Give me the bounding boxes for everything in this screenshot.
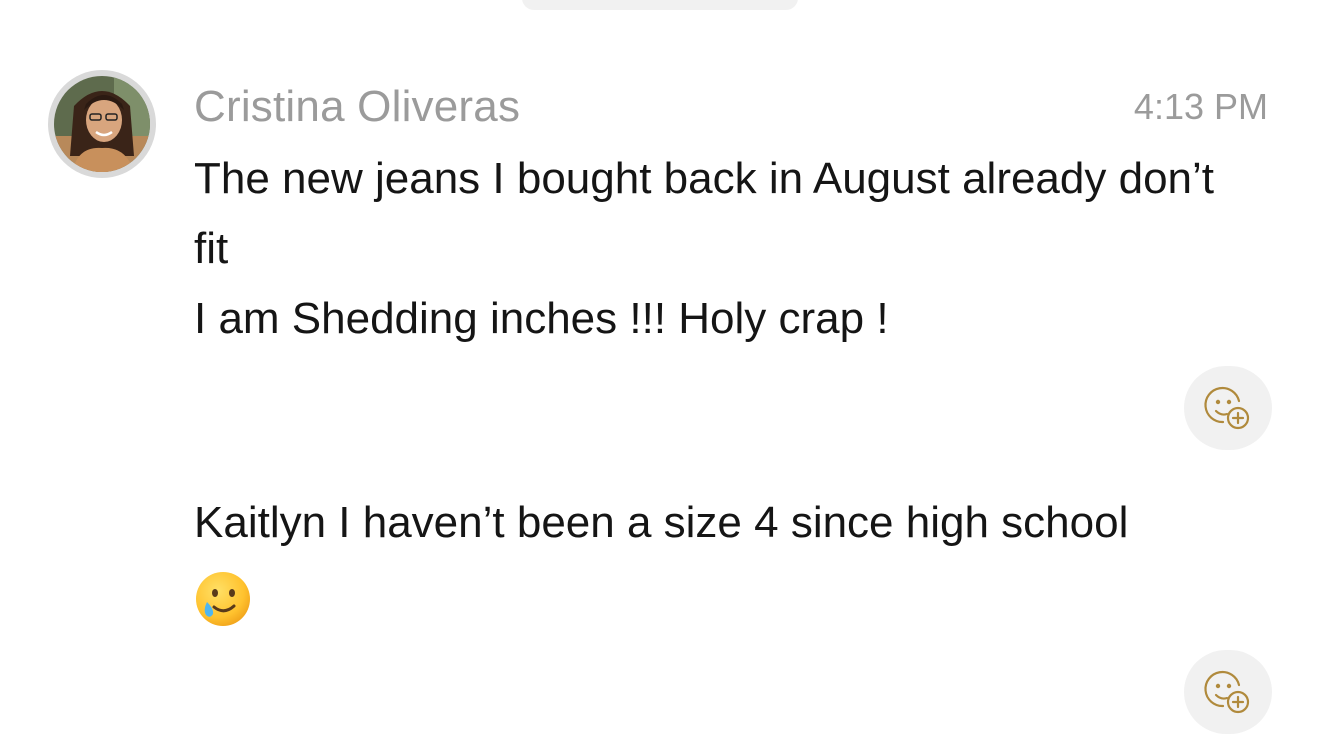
avatar-photo: [54, 76, 150, 172]
sender-name[interactable]: Cristina Oliveras: [194, 82, 520, 132]
smiling-face-with-tear-emoji: [196, 572, 250, 626]
add-reaction-icon: [1204, 670, 1250, 714]
chat-view: Cristina Oliveras 4:13 PM The new jeans …: [0, 0, 1320, 748]
add-reaction-button[interactable]: [1184, 366, 1272, 450]
add-reaction-button[interactable]: [1184, 650, 1272, 734]
message-timestamp: 4:13 PM: [1133, 86, 1268, 127]
message-line: Kaitlyn I haven’t been a size 4 since hi…: [194, 498, 1129, 547]
top-pill: [522, 0, 798, 10]
add-reaction-icon: [1204, 386, 1250, 430]
message-text: The new jeans I bought back in August al…: [194, 144, 1254, 354]
message-text: Kaitlyn I haven’t been a size 4 since hi…: [194, 488, 1254, 628]
message-line: The new jeans I bought back in August al…: [194, 154, 1215, 273]
message-line: I am Shedding inches !!! Holy crap !: [194, 294, 889, 343]
avatar[interactable]: [48, 70, 156, 178]
